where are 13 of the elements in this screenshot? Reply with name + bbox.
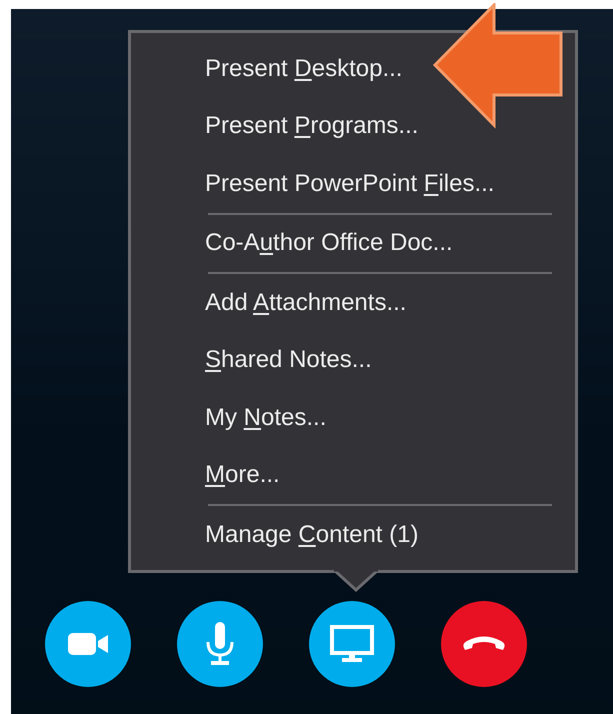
- phone-icon: [462, 634, 506, 652]
- menu-item[interactable]: Present Programs...: [205, 112, 418, 140]
- menu-item[interactable]: Add Attachments...: [205, 288, 406, 317]
- menu-item[interactable]: More...: [205, 461, 280, 490]
- menu-item[interactable]: Present Desktop...: [205, 54, 402, 83]
- menu-item[interactable]: Present PowerPoint Files...: [205, 170, 494, 198]
- menu-item[interactable]: Co-Author Office Doc...: [205, 229, 453, 258]
- menu-item[interactable]: Shared Notes...: [205, 346, 372, 374]
- menu-item[interactable]: Manage Content (1): [205, 520, 418, 549]
- microphone-icon: [206, 622, 234, 666]
- menu-item[interactable]: My Notes...: [205, 404, 326, 432]
- video-camera-icon: [68, 632, 108, 656]
- monitor-icon: [330, 624, 374, 662]
